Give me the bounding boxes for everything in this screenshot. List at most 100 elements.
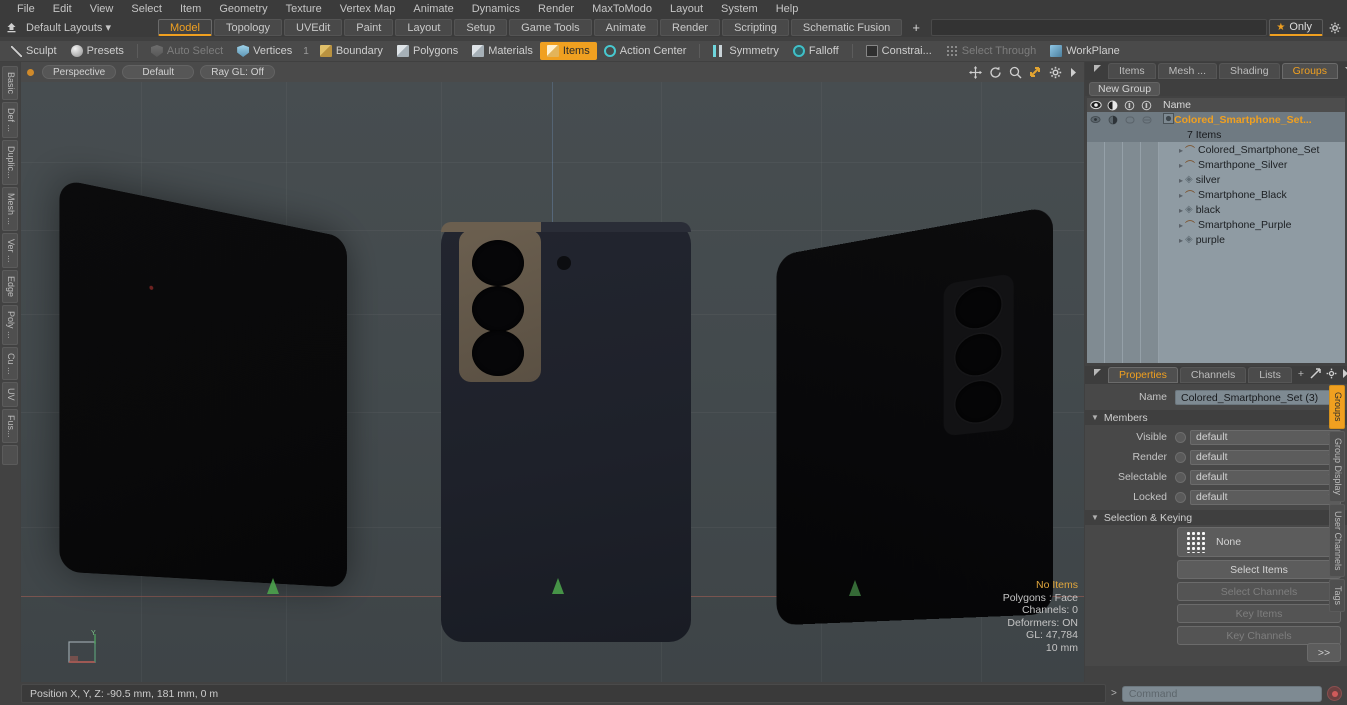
tab-properties[interactable]: Properties xyxy=(1108,367,1178,383)
table-row[interactable]: ▸ ⌒ Smartphone_Black xyxy=(1087,187,1345,203)
phone-model-silver[interactable] xyxy=(776,205,1054,626)
left-tab-deform[interactable]: Def ... xyxy=(2,102,18,139)
left-tab-extra[interactable] xyxy=(2,445,18,466)
render-icon[interactable] xyxy=(1104,98,1121,112)
projection-dropdown[interactable]: Perspective xyxy=(42,65,117,79)
layout-tab-topology[interactable]: Topology xyxy=(213,19,283,36)
row-select-icon[interactable] xyxy=(1138,112,1155,127)
3d-scene[interactable]: No Items Polygons : Face Channels: 0 Def… xyxy=(21,82,1084,682)
phone-model-black[interactable] xyxy=(59,178,347,588)
row-eye-icon[interactable] xyxy=(1087,112,1104,127)
table-row[interactable]: ▸ ⌒ Colored_Smartphone_Set xyxy=(1087,142,1345,158)
menu-item-select[interactable]: Select xyxy=(122,0,171,18)
tab-items[interactable]: Items xyxy=(1108,63,1156,79)
menu-item-geometry[interactable]: Geometry xyxy=(210,0,276,18)
vertices-button[interactable]: Vertices xyxy=(230,42,299,60)
layout-tab-layout[interactable]: Layout xyxy=(395,19,453,36)
raygl-dropdown[interactable]: Ray GL: Off xyxy=(200,65,275,79)
menu-item-system[interactable]: System xyxy=(712,0,767,18)
phone-model-purple[interactable] xyxy=(441,222,691,642)
visible-dropdown[interactable]: default ▼ xyxy=(1190,429,1341,445)
left-tab-basic[interactable]: Basic xyxy=(2,66,18,101)
row-render-icon[interactable] xyxy=(1104,112,1121,127)
fit-icon[interactable] xyxy=(1029,66,1042,79)
settings-gear-icon[interactable] xyxy=(1323,18,1347,37)
expand-properties-icon[interactable] xyxy=(1310,368,1321,382)
select-items-button[interactable]: Select Items xyxy=(1177,560,1341,579)
axis-gizmo[interactable]: Y xyxy=(65,628,111,670)
menu-item-view[interactable]: View xyxy=(81,0,123,18)
menu-item-file[interactable]: File xyxy=(8,0,44,18)
table-row[interactable]: ▸ ◈ black xyxy=(1087,202,1345,217)
action-center-button[interactable]: Action Center xyxy=(597,42,694,60)
members-section-header[interactable]: ▼ Members xyxy=(1085,410,1347,425)
layout-tab-paint[interactable]: Paint xyxy=(344,19,394,36)
name-input[interactable]: Colored_Smartphone_Set (3) xyxy=(1175,389,1341,405)
groups-tree[interactable]: Name Colored_Smartphone_Set... 7 Items ▸… xyxy=(1087,98,1345,363)
selectable-checkbox[interactable] xyxy=(1175,471,1186,483)
layout-tab-schematic-fusion[interactable]: Schematic Fusion xyxy=(790,19,903,36)
items-button[interactable]: Items xyxy=(539,42,597,60)
right-tab-user-channels[interactable]: User Channels xyxy=(1329,503,1345,578)
layout-tab-uvedit[interactable]: UVEdit xyxy=(284,19,343,36)
viewport-menu-icon[interactable] xyxy=(27,68,34,76)
presets-button[interactable]: Presets xyxy=(64,42,131,60)
pan-icon[interactable] xyxy=(969,65,982,79)
menu-item-maxtomodo[interactable]: MaxToModo xyxy=(583,0,661,18)
tree-expander[interactable]: ▸ xyxy=(1159,159,1185,171)
menu-item-layout[interactable]: Layout xyxy=(661,0,712,18)
tree-expander[interactable]: ▸ xyxy=(1159,144,1185,156)
table-row[interactable]: ▸ ⌒ Smartphone_Purple xyxy=(1087,217,1345,233)
selection-mode-button[interactable]: None xyxy=(1177,527,1341,557)
shading-dropdown[interactable]: Default xyxy=(122,65,195,79)
3d-viewport[interactable]: Perspective Default Ray GL: Off No Items… xyxy=(21,62,1084,682)
home-icon[interactable] xyxy=(0,18,22,37)
menu-item-dynamics[interactable]: Dynamics xyxy=(463,0,529,18)
left-tab-vertex[interactable]: Ver ... xyxy=(2,232,18,269)
visible-eye-icon[interactable] xyxy=(1087,98,1104,112)
selection-keying-section-header[interactable]: ▼ Selection & Keying xyxy=(1085,510,1347,525)
layout-tab-setup[interactable]: Setup xyxy=(454,19,508,36)
visible-checkbox[interactable] xyxy=(1175,431,1186,443)
menu-item-edit[interactable]: Edit xyxy=(44,0,81,18)
properties-arrow-icon[interactable] xyxy=(1342,368,1347,382)
record-button[interactable] xyxy=(1327,686,1342,701)
symmetry-button[interactable]: Symmetry xyxy=(706,42,786,60)
gear-icon[interactable] xyxy=(1049,66,1062,79)
tab-channels[interactable]: Channels xyxy=(1179,367,1247,383)
menu-item-render[interactable]: Render xyxy=(529,0,583,18)
properties-gear-icon[interactable] xyxy=(1326,368,1337,382)
zoom-icon[interactable] xyxy=(1009,66,1022,79)
layout-tab-model[interactable]: Model xyxy=(158,19,212,36)
properties-menu-icon[interactable] xyxy=(1089,367,1106,383)
auto-select-button[interactable]: Auto Select xyxy=(144,42,230,60)
new-group-button[interactable]: New Group xyxy=(1089,82,1161,96)
table-row[interactable]: 7 Items xyxy=(1087,127,1345,142)
tree-expander[interactable]: ▸ xyxy=(1159,234,1185,246)
row-lock-icon[interactable] xyxy=(1121,112,1138,127)
tree-expander[interactable]: ▸ xyxy=(1159,219,1185,231)
menu-item-vertex-map[interactable]: Vertex Map xyxy=(331,0,405,18)
polygons-button[interactable]: Polygons xyxy=(390,42,465,60)
right-tab-group-display[interactable]: Group Display xyxy=(1329,430,1345,502)
sculpt-button[interactable]: Sculpt xyxy=(4,42,64,60)
layout-tab-game-tools[interactable]: Game Tools xyxy=(509,19,592,36)
locked-dropdown[interactable]: default ▼ xyxy=(1190,489,1341,505)
menu-item-animate[interactable]: Animate xyxy=(404,0,462,18)
tab-lists[interactable]: Lists xyxy=(1248,367,1292,383)
chevron-down-icon[interactable] xyxy=(1340,63,1347,79)
workplane-button[interactable]: WorkPlane xyxy=(1043,42,1127,60)
table-row[interactable]: ▸ ⌒ Smarthpone_Silver xyxy=(1087,157,1345,173)
arrow-icon[interactable] xyxy=(1069,66,1078,79)
table-row[interactable]: Colored_Smartphone_Set... xyxy=(1087,112,1345,127)
layout-tab-scripting[interactable]: Scripting xyxy=(722,19,789,36)
left-tab-curve[interactable]: Cu ... xyxy=(2,346,18,381)
boundary-button[interactable]: Boundary xyxy=(313,42,390,60)
select-icon[interactable] xyxy=(1138,98,1155,112)
tab-shading[interactable]: Shading xyxy=(1219,63,1280,79)
right-tab-tags[interactable]: Tags xyxy=(1329,579,1345,613)
menu-item-texture[interactable]: Texture xyxy=(277,0,331,18)
menu-item-item[interactable]: Item xyxy=(171,0,210,18)
tree-expander[interactable]: ▸ xyxy=(1159,189,1185,201)
rotate-icon[interactable] xyxy=(989,66,1002,79)
